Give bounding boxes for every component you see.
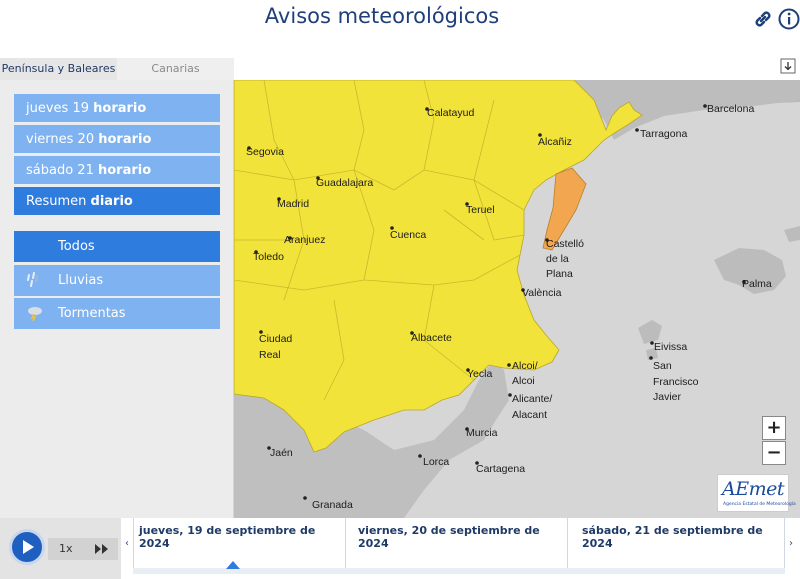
city-label: Eivissa <box>654 341 687 353</box>
day-button-sabado[interactable]: sábado 21 horario <box>14 156 220 185</box>
day-button-jueves[interactable]: jueves 19 horario <box>14 94 220 123</box>
city-label: Javier <box>653 391 682 403</box>
city-label: Murcia <box>466 427 498 439</box>
city-label: Albacete <box>411 332 452 344</box>
city-label: Alcoi <box>512 375 535 387</box>
city-label: San <box>653 360 672 372</box>
city-label: Tarragona <box>640 128 687 140</box>
city-label: Castelló <box>546 238 584 250</box>
city-label: Toledo <box>253 251 284 263</box>
city-label: de la <box>546 253 569 265</box>
play-icon <box>23 540 34 554</box>
timeline-day-viernes[interactable]: viernes, 20 de septiembre de 2024 <box>345 518 567 568</box>
city-label: Madrid <box>277 198 309 210</box>
city-label: Cuenca <box>390 229 426 241</box>
storm-cloud-icon <box>28 307 42 322</box>
city-label: Barcelona <box>707 103 754 115</box>
city-label: Granada <box>312 499 353 511</box>
city-label: Guadalajara <box>316 177 373 189</box>
zoom-in-button[interactable]: + <box>762 416 786 440</box>
play-button[interactable] <box>9 529 45 565</box>
sidebar: jueves 19 horario viernes 20 horario sáb… <box>0 80 234 518</box>
filter-lluvias[interactable]: Lluvias <box>14 265 220 296</box>
city-label: Calatayud <box>427 107 474 119</box>
info-icon[interactable] <box>778 8 800 30</box>
day-button-viernes[interactable]: viernes 20 horario <box>14 125 220 154</box>
city-label: Alcoi/ <box>512 360 538 372</box>
city-label: Alcañiz <box>538 136 572 148</box>
filter-tormentas[interactable]: Tormentas <box>14 298 220 329</box>
tab-canarias[interactable]: Canarias <box>117 58 234 80</box>
city-label: Teruel <box>466 204 495 216</box>
zoom-out-button[interactable]: − <box>762 441 786 465</box>
link-icon[interactable] <box>752 8 774 30</box>
city-label: Alicante/ <box>512 393 552 405</box>
rain-icon <box>27 272 38 287</box>
city-label: Francisco <box>653 376 699 388</box>
city-label: Lorca <box>423 456 449 468</box>
warning-map[interactable]: Barcelona Calatayud Tarragona Alcañiz Se… <box>234 80 800 518</box>
filter-todos[interactable]: Todos <box>14 231 220 262</box>
page-title: Avisos meteorológicos <box>264 4 500 28</box>
city-label: Palma <box>742 278 772 290</box>
region-tabs: Península y Baleares Canarias <box>0 58 234 80</box>
map-canvas: Barcelona Calatayud Tarragona Alcañiz Se… <box>234 80 800 518</box>
city-label: Cartagena <box>476 463 525 475</box>
city-label: Plana <box>546 268 573 280</box>
city-label: Jaén <box>270 447 293 459</box>
day-button-resumen[interactable]: Resumen diario <box>14 187 220 216</box>
city-label: Alacant <box>512 409 547 421</box>
aemet-logo: AEmet Agencia Estatal de Meteorología <box>717 474 796 512</box>
fast-forward-icon[interactable] <box>94 543 110 555</box>
city-label: Yecla <box>467 368 492 380</box>
download-icon[interactable] <box>780 58 796 74</box>
city-label: Aranjuez <box>284 234 325 246</box>
city-label: Real <box>259 349 281 361</box>
city-label: Ciudad <box>259 333 292 345</box>
tab-peninsula[interactable]: Península y Baleares <box>0 58 117 80</box>
city-label: València <box>522 287 562 299</box>
timeline-day-sabado[interactable]: sábado, 21 de septiembre de 2024 <box>567 518 785 568</box>
city-label: Segovia <box>246 146 284 158</box>
timeline-next-arrow[interactable]: › <box>786 538 796 550</box>
timeline-marker[interactable] <box>226 561 240 569</box>
timeline-prev-arrow[interactable]: ‹ <box>122 538 132 550</box>
